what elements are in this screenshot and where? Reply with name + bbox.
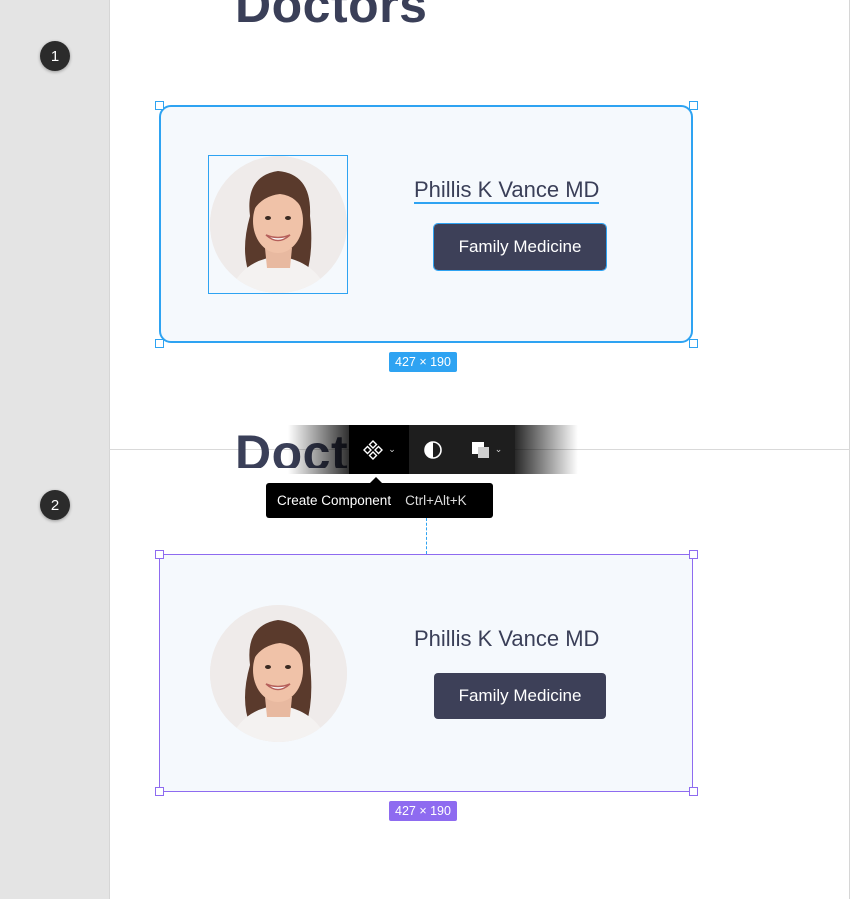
tooltip-label: Create Component [277,493,392,508]
doctor-avatar[interactable] [210,156,347,293]
resize-handle-bottom-right[interactable] [689,339,698,348]
dimensions-badge: 427 × 190 [389,352,457,372]
boolean-operations-button[interactable]: ⌄ [457,425,515,474]
step-badge-2: 2 [40,490,70,520]
specialty-button[interactable]: Family Medicine [434,673,606,719]
doctor-avatar[interactable] [210,605,347,742]
floating-toolbar: ⌄ ⌄ [349,425,515,474]
step-badge-1: 1 [40,41,70,71]
resize-handle-top-right[interactable] [689,101,698,110]
resize-handle-bottom-left[interactable] [155,339,164,348]
specialty-button[interactable]: Family Medicine [433,223,607,271]
page-heading: Doctors [235,0,428,33]
resize-handle-bottom-left[interactable] [155,787,164,796]
create-component-button[interactable]: ⌄ [349,425,409,474]
component-icon [363,439,384,460]
resize-handle-top-left[interactable] [155,550,164,559]
doctor-name[interactable]: Phillis K Vance MD [414,178,600,204]
resize-handle-top-right[interactable] [689,550,698,559]
doctor-name[interactable]: Phillis K Vance MD [414,627,599,651]
doctor-portrait-icon [210,605,347,742]
resize-handle-bottom-right[interactable] [689,787,698,796]
boolean-union-icon [471,441,489,458]
chevron-down-icon: ⌄ [494,444,503,455]
doctor-portrait-icon [210,156,347,293]
create-component-tooltip: Create Component Ctrl+Alt+K [266,477,493,518]
alignment-guide [426,518,427,554]
left-gutter [0,0,109,899]
chevron-down-icon: ⌄ [388,444,396,455]
tooltip-shortcut: Ctrl+Alt+K [405,493,467,508]
mask-icon [424,440,442,459]
resize-handle-top-left[interactable] [155,101,164,110]
dimensions-badge: 427 × 190 [389,801,457,821]
mask-button[interactable] [409,425,457,474]
